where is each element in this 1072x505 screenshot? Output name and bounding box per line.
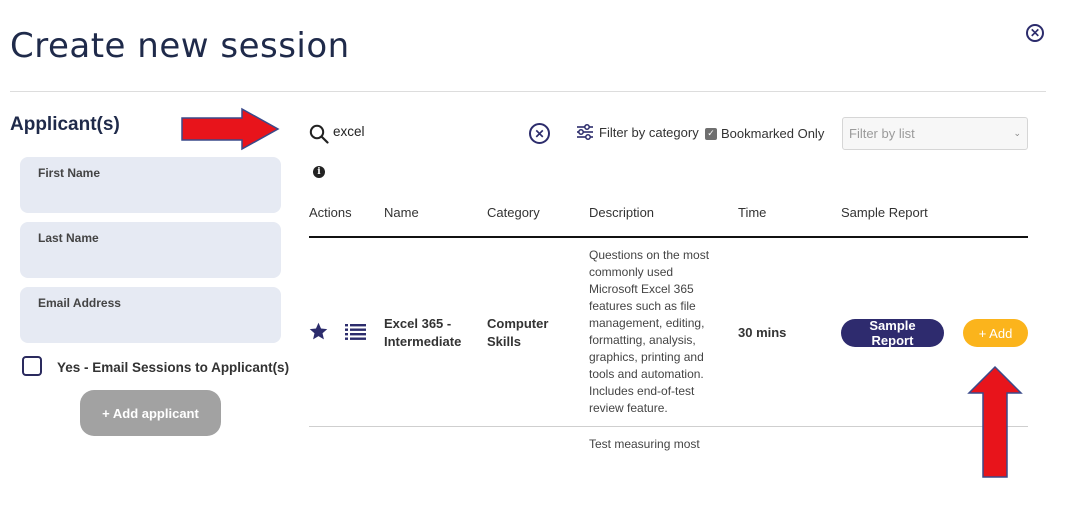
sliders-icon [577, 124, 593, 140]
bookmarked-only-toggle[interactable]: ✓ Bookmarked Only [705, 126, 824, 141]
last-name-label: Last Name [38, 231, 99, 245]
search-input[interactable]: excel [333, 124, 365, 139]
page-title: Create new session [10, 26, 350, 66]
filter-by-list-placeholder: Filter by list [849, 126, 915, 141]
add-applicant-button[interactable]: + Add applicant [80, 390, 221, 436]
test-category: Computer Skills [487, 316, 549, 349]
table-header-divider [309, 236, 1028, 238]
column-header-sample-report: Sample Report [841, 205, 928, 220]
email-sessions-label: Yes - Email Sessions to Applicant(s) [57, 360, 290, 375]
filter-by-category-label: Filter by category [599, 124, 699, 140]
last-name-field[interactable]: Last Name [20, 222, 281, 278]
bookmarked-checkbox[interactable]: ✓ [705, 127, 717, 140]
email-sessions-checkbox[interactable] [22, 356, 42, 376]
test-description: Test measuring most [589, 437, 700, 451]
add-test-button[interactable]: + Add [963, 319, 1028, 347]
info-icon[interactable]: i [313, 166, 325, 178]
column-header-time: Time [738, 205, 767, 220]
star-icon[interactable] [308, 321, 329, 342]
header-divider [10, 91, 1046, 92]
bookmarked-only-label: Bookmarked Only [721, 126, 825, 141]
annotation-arrow-up [967, 365, 1023, 478]
annotation-arrow-right [181, 107, 280, 151]
first-name-field[interactable]: First Name [20, 157, 281, 213]
column-header-actions: Actions [309, 205, 352, 220]
column-header-description: Description [589, 205, 655, 220]
list-icon[interactable] [345, 323, 366, 340]
email-address-label: Email Address [38, 296, 121, 310]
first-name-label: First Name [38, 166, 101, 180]
column-header-category: Category [487, 205, 540, 220]
applicants-heading: Applicant(s) [10, 114, 120, 135]
clear-search-icon[interactable]: ✕ [529, 123, 550, 144]
filter-by-category-button[interactable]: Filter by category [576, 123, 699, 141]
chevron-down-icon: ⌄ [1013, 128, 1021, 138]
column-header-name: Name [384, 205, 419, 220]
test-description: Questions on the most commonly used Micr… [589, 248, 710, 415]
filter-by-list-select[interactable]: Filter by list ⌄ [842, 117, 1028, 150]
close-icon[interactable]: ✕ [1026, 24, 1044, 42]
sample-report-button[interactable]: Sample Report [841, 318, 944, 348]
email-address-field[interactable]: Email Address [20, 287, 281, 343]
search-icon [309, 124, 329, 144]
test-time: 30 mins [738, 325, 787, 340]
test-name: Excel 365 - Intermediate [384, 316, 462, 349]
table-row-divider [309, 426, 1028, 427]
